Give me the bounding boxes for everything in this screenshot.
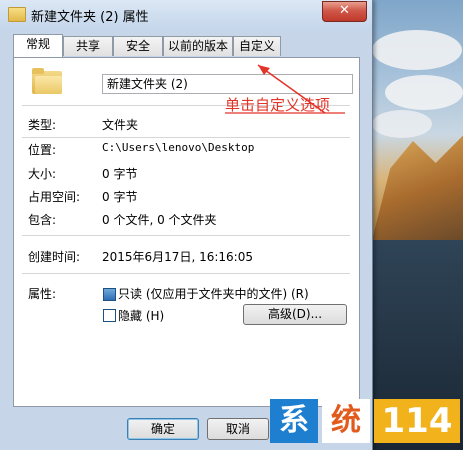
folder-icon xyxy=(8,7,26,22)
logo-char: 系 xyxy=(270,399,318,443)
tab-previous-versions[interactable]: 以前的版本 xyxy=(163,36,233,56)
tab-security[interactable]: 安全 xyxy=(113,36,163,56)
location-label: 位置: xyxy=(28,143,57,157)
size-value: 0 字节 xyxy=(102,167,138,181)
divider xyxy=(22,273,350,274)
title-bar: 新建文件夹 (2) 属性 ✕ xyxy=(0,0,372,30)
created-value: 2015年6月17日, 16:16:05 xyxy=(102,250,253,264)
logo-char: 114 xyxy=(374,399,460,443)
tab-general[interactable]: 常规 xyxy=(13,34,63,57)
hidden-checkbox[interactable] xyxy=(103,309,116,322)
readonly-label: 只读 (仅应用于文件夹中的文件) (R) xyxy=(118,287,309,301)
location-value: C:\Users\lenovo\Desktop xyxy=(102,141,255,154)
folder-icon xyxy=(32,68,62,94)
site-logo: 系 统 114 xyxy=(270,393,463,450)
tab-customize[interactable]: 自定义 xyxy=(233,36,281,56)
type-value: 文件夹 xyxy=(102,118,139,132)
ok-button[interactable]: 确定 xyxy=(127,418,199,440)
readonly-checkbox[interactable] xyxy=(103,288,116,301)
hidden-label: 隐藏 (H) xyxy=(118,309,165,323)
cancel-button[interactable]: 取消 xyxy=(207,418,269,440)
attributes-label: 属性: xyxy=(28,287,57,301)
contains-label: 包含: xyxy=(28,213,57,227)
advanced-button[interactable]: 高级(D)... xyxy=(243,304,347,325)
size-on-disk-label: 占用空间: xyxy=(28,190,81,204)
close-button[interactable]: ✕ xyxy=(322,1,367,22)
created-label: 创建时间: xyxy=(28,250,81,264)
type-label: 类型: xyxy=(28,118,57,132)
properties-dialog: 新建文件夹 (2) 属性 ✕ 常规 共享 安全 以前的版本 自定义 新建文件夹 … xyxy=(0,0,373,450)
annotation-text: 单击自定义选项 xyxy=(225,96,331,114)
logo-char: 统 xyxy=(322,399,370,443)
size-label: 大小: xyxy=(28,167,57,181)
divider xyxy=(22,137,350,138)
tab-sharing[interactable]: 共享 xyxy=(63,36,113,56)
divider xyxy=(22,235,350,236)
window-title: 新建文件夹 (2) 属性 xyxy=(31,10,149,25)
folder-name-field[interactable]: 新建文件夹 (2) xyxy=(102,74,353,94)
size-on-disk-value: 0 字节 xyxy=(102,190,138,204)
contains-value: 0 个文件, 0 个文件夹 xyxy=(102,213,217,227)
